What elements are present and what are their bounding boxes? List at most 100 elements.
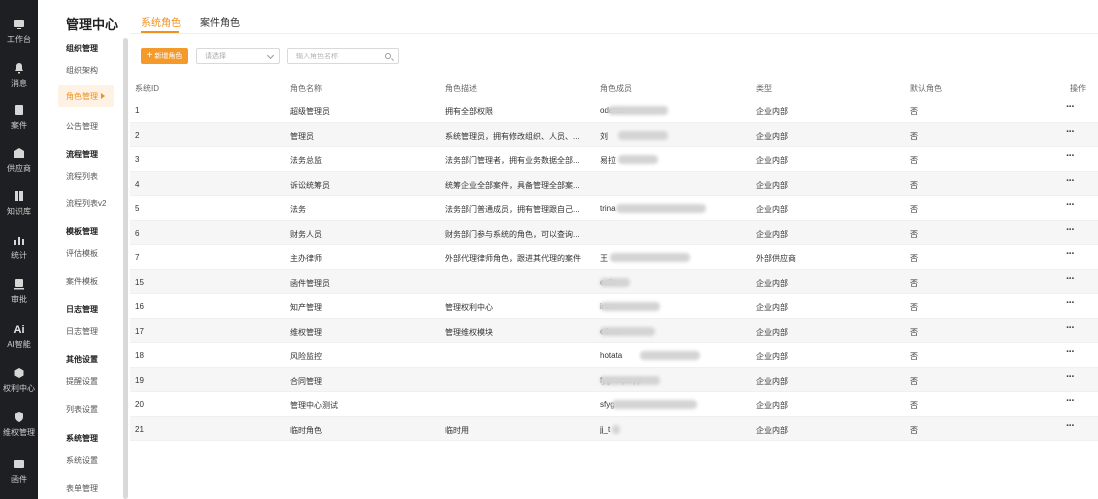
cell-name: 主办律师 bbox=[290, 254, 322, 263]
cell-id: 19 bbox=[135, 375, 144, 385]
more-actions-icon[interactable]: ··· bbox=[1066, 224, 1074, 236]
nav-item-reminders[interactable]: 提醒设置 bbox=[66, 376, 98, 387]
rail-item-cases[interactable]: 案件 bbox=[0, 98, 38, 136]
nav-item-announcements[interactable]: 公告管理 bbox=[66, 121, 98, 132]
role-search-input[interactable] bbox=[296, 52, 386, 60]
role-search-field[interactable] bbox=[287, 48, 399, 64]
cell-default: 否 bbox=[910, 303, 918, 312]
cell-default: 否 bbox=[910, 131, 918, 141]
more-actions-icon[interactable]: ··· bbox=[1066, 371, 1074, 383]
search-icon[interactable] bbox=[385, 53, 391, 59]
cell-name: 诉讼统筹员 bbox=[290, 180, 330, 190]
rail-label: 统计 bbox=[11, 251, 27, 260]
more-actions-icon[interactable]: ··· bbox=[1066, 126, 1074, 138]
more-actions-icon[interactable]: ··· bbox=[1066, 199, 1074, 211]
more-actions-icon[interactable]: ··· bbox=[1066, 248, 1074, 260]
building-icon bbox=[12, 146, 26, 160]
cell-desc: 法务部门普通成员，拥有管理跟自己... bbox=[445, 205, 580, 214]
cell-id: 15 bbox=[135, 277, 144, 287]
table-row[interactable]: 1超级管理员拥有全部权限odemo企业内部否··· bbox=[130, 98, 1098, 123]
cell-type: 企业内部 bbox=[756, 278, 788, 288]
cell-type: 企业内部 bbox=[756, 303, 788, 312]
table-row[interactable]: 18 风险监控 hotata 企业内部否 ··· bbox=[130, 343, 1098, 368]
nav-item-eval-templates[interactable]: 评估模板 bbox=[66, 248, 98, 259]
secondary-nav-scrollbar[interactable] bbox=[123, 38, 128, 499]
nav-item-process-list-v2[interactable]: 流程列表v2 bbox=[66, 198, 106, 209]
cell-name: 财务人员 bbox=[290, 229, 322, 239]
redaction-mask bbox=[610, 253, 690, 262]
rail-item-ai[interactable]: Ai AI智能 bbox=[0, 318, 38, 356]
col-header-name: 角色名称 bbox=[290, 84, 322, 93]
more-actions-icon[interactable]: ··· bbox=[1066, 101, 1074, 113]
chevron-down-icon bbox=[266, 51, 275, 60]
table-row[interactable]: 19合同管理fygroup;opp企业内部否··· bbox=[130, 367, 1098, 392]
monitor-icon bbox=[12, 17, 26, 31]
table-row[interactable]: 17维权管理管理维权模块etirom企业内部否··· bbox=[130, 318, 1098, 343]
more-actions-icon[interactable]: ··· bbox=[1066, 273, 1074, 285]
cell-default: 否 bbox=[910, 352, 918, 361]
more-actions-icon[interactable]: ··· bbox=[1066, 346, 1074, 358]
rail-item-messages[interactable]: 消息 bbox=[0, 56, 38, 94]
more-actions-icon[interactable]: ··· bbox=[1066, 150, 1074, 162]
cell-type: 企业内部 bbox=[756, 180, 788, 190]
table-row[interactable]: 21 临时角色 临时用 jj_t 企业内部 否 ··· bbox=[130, 416, 1098, 441]
rail-label: 审批 bbox=[11, 295, 27, 304]
nav-item-system-settings[interactable]: 系统设置 bbox=[66, 455, 98, 466]
nav-item-list-settings[interactable]: 列表设置 bbox=[66, 404, 98, 415]
table-row[interactable]: 7 主办律师 外部代理律师角色，跟进其代理的案件王外部供应商否 ··· bbox=[130, 245, 1098, 270]
rail-label: 案件 bbox=[11, 121, 27, 130]
cell-name: 法务总监 bbox=[290, 156, 322, 165]
nav-item-role-management[interactable]: 角色管理 bbox=[58, 85, 114, 107]
redaction-mask bbox=[600, 375, 660, 385]
nav-item-logs[interactable]: 日志管理 bbox=[66, 326, 98, 337]
nav-item-process-list[interactable]: 流程列表 bbox=[66, 171, 98, 182]
more-actions-icon[interactable]: ··· bbox=[1066, 297, 1074, 309]
nav-item-form-management[interactable]: 表单管理 bbox=[66, 483, 98, 494]
rail-label: 权利中心 bbox=[3, 384, 35, 393]
table-row[interactable]: 15函件管理员enlin企业内部否··· bbox=[130, 269, 1098, 294]
more-actions-icon[interactable]: ··· bbox=[1066, 175, 1074, 187]
rail-item-approval[interactable]: 审批 bbox=[0, 272, 38, 310]
table-row[interactable]: 20 管理中心测试 sfyg 企业内部否 ··· bbox=[130, 392, 1098, 417]
col-header-type: 类型 bbox=[756, 84, 772, 93]
table-row[interactable]: 16知产管理管理权利中心irom企业内部否··· bbox=[130, 294, 1098, 319]
more-actions-icon[interactable]: ··· bbox=[1066, 420, 1074, 432]
table-row[interactable]: 6 财务人员 财务部门参与系统的角色，可以查询... 企业内部 否 ··· bbox=[130, 220, 1098, 245]
redaction-mask bbox=[618, 130, 668, 140]
table-row[interactable]: 3 法务总监 法务部门管理者，拥有业务数据全部... 易拉 企业内部否 ··· bbox=[130, 147, 1098, 172]
role-type-select[interactable]: 请选择 bbox=[196, 48, 280, 64]
cell-id: 1 bbox=[135, 106, 140, 115]
table-row[interactable]: 4 诉讼统筹员 统筹企业全部案件，具备管理全部案... 企业内部 否 ··· bbox=[130, 171, 1098, 196]
table-row[interactable]: 5 法务 法务部门普通成员，拥有管理跟自己... trina 企业内部否 ··· bbox=[130, 196, 1098, 221]
nav-item-case-templates[interactable]: 案件模板 bbox=[66, 276, 98, 287]
tab-case-roles[interactable]: 案件角色 bbox=[200, 14, 240, 29]
cell-default: 否 bbox=[910, 425, 918, 435]
rail-label: 消息 bbox=[11, 79, 27, 88]
cell-default: 否 bbox=[910, 205, 918, 214]
redaction-mask bbox=[612, 400, 697, 409]
more-actions-icon[interactable]: ··· bbox=[1066, 322, 1074, 334]
rail-item-rights[interactable]: 权利中心 bbox=[0, 361, 38, 399]
add-role-button[interactable]: + 新增角色 bbox=[141, 48, 188, 64]
cell-default: 否 bbox=[910, 107, 918, 116]
rail-item-knowledge[interactable]: 知识库 bbox=[0, 184, 38, 222]
more-actions-icon[interactable]: ··· bbox=[1066, 395, 1074, 407]
cell-name: 风险监控 bbox=[290, 352, 322, 361]
cell-id: 21 bbox=[135, 424, 144, 434]
tab-divider bbox=[130, 33, 1098, 34]
rail-item-workbench[interactable]: 工作台 bbox=[0, 12, 38, 50]
case-icon bbox=[12, 103, 26, 117]
rail-label: 供应商 bbox=[7, 164, 31, 173]
table-row[interactable]: 2 管理员 系统管理员，拥有修改组织、人员、... 刘企业内部否 ··· bbox=[130, 122, 1098, 147]
cell-desc: 财务部门参与系统的角色，可以查询... bbox=[445, 229, 580, 239]
nav-group-other: 其他设置 bbox=[66, 355, 98, 364]
nav-item-org-structure[interactable]: 组织架构 bbox=[66, 65, 98, 76]
rail-item-protection[interactable]: 维权管理 bbox=[0, 405, 38, 443]
redaction-mask bbox=[608, 106, 668, 115]
cell-default: 否 bbox=[910, 278, 918, 288]
tab-system-roles[interactable]: 系统角色 bbox=[141, 14, 181, 29]
rail-item-letters[interactable]: 函件 bbox=[0, 452, 38, 490]
cell-id: 2 bbox=[135, 130, 140, 140]
rail-item-stats[interactable]: 统计 bbox=[0, 228, 38, 266]
rail-item-suppliers[interactable]: 供应商 bbox=[0, 141, 38, 179]
